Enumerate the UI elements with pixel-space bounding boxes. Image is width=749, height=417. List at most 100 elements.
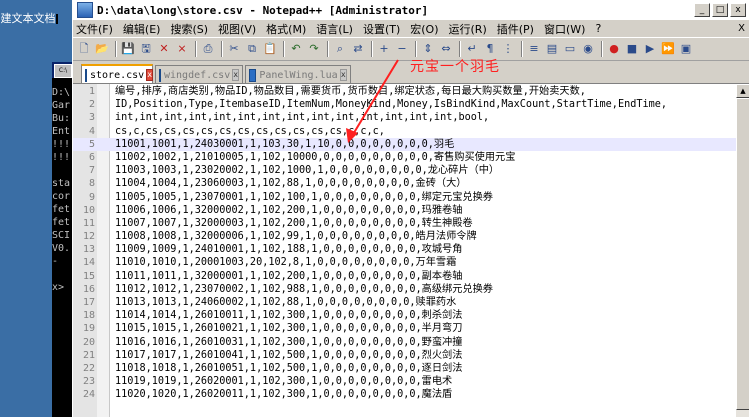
line-number: 22 [82, 362, 95, 374]
toolbar-separator [195, 41, 197, 57]
tab-wingdef-csv[interactable]: wingdef.csv x [155, 65, 243, 84]
sync-v-icon[interactable]: ⇕ [420, 41, 436, 57]
zoom-out-icon[interactable]: − [394, 41, 410, 57]
line-number: 11 [82, 217, 95, 229]
copy-icon[interactable]: ⧉ [244, 41, 260, 57]
line-number: 14 [82, 257, 95, 269]
menu-item[interactable]: 宏(O) [410, 21, 438, 37]
find-icon[interactable]: ⌕ [332, 41, 348, 57]
editor-line[interactable]: 11 11007,1007,1,32000003,1,102,200,1,0,0,… [73, 217, 736, 230]
doc-map-icon[interactable]: ▤ [544, 41, 560, 57]
line-number: 20 [82, 336, 95, 348]
editor-line[interactable]: 6 11002,1002,1,21010005,1,102,10000,0,0,0… [73, 151, 736, 164]
zoom-in-icon[interactable]: + [376, 41, 392, 57]
editor-line[interactable]: 5 11001,1001,1,24030001,1,103,30,1,10,0,0… [73, 137, 736, 151]
open-file-icon[interactable]: 📂 [94, 41, 110, 57]
run-macro-icon[interactable]: ⏩ [660, 41, 676, 57]
editor-line[interactable]: 21 11017,1017,1,26010041,1,102,500,1,0,0,… [73, 349, 736, 362]
maximize-button[interactable]: □ [712, 3, 728, 17]
menu-item[interactable]: 运行(R) [449, 21, 487, 37]
editor-line[interactable]: 3 int,int,int,int,int,int,int,int,int,int… [73, 111, 736, 124]
line-number: 16 [82, 283, 95, 295]
paste-icon[interactable]: 📋 [262, 41, 278, 57]
indent-guide-icon[interactable]: ⋮ [500, 41, 516, 57]
menu-item[interactable]: 插件(P) [497, 21, 534, 37]
print-icon[interactable]: ⎙ [200, 41, 216, 57]
editor-line[interactable]: 15 11011,1011,1,32000001,1,102,200,1,0,0,… [73, 270, 736, 283]
word-wrap-icon[interactable]: ↵ [464, 41, 480, 57]
editor-line[interactable]: 8 11004,1004,1,23060003,1,102,88,1,0,0,0,… [73, 177, 736, 190]
save-macro-icon[interactable]: ▣ [678, 41, 694, 57]
tab-store-csv[interactable]: store.csv x [81, 64, 154, 84]
toolbar-separator [221, 41, 223, 57]
editor-line[interactable]: 23 11019,1019,1,26020001,1,102,300,1,0,0,… [73, 375, 736, 388]
monitor-icon[interactable]: ◉ [580, 41, 596, 57]
file-icon [249, 68, 257, 82]
close-file-icon[interactable]: ✕ [156, 41, 172, 57]
menu-item[interactable]: 编辑(E) [123, 21, 161, 37]
cut-icon[interactable]: ✂ [226, 41, 242, 57]
editor-line[interactable]: 19 11015,1015,1,26010021,1,102,300,1,0,0,… [73, 322, 736, 335]
editor-line[interactable]: 10 11006,1006,1,32000002,1,102,200,1,0,0,… [73, 204, 736, 217]
editor-line[interactable]: 4 cs,c,cs,cs,cs,cs,cs,cs,cs,cs,cs,cs,cs,c… [73, 125, 736, 138]
lang-icon[interactable]: ≡ [526, 41, 542, 57]
editor-line[interactable]: 2 ID,Position,Type,ItembaseID,ItemNum,Mon… [73, 98, 736, 111]
close-all-icon[interactable]: ⨯ [174, 41, 190, 57]
menu-item[interactable]: 视图(V) [218, 21, 256, 37]
replace-icon[interactable]: ⇄ [350, 41, 366, 57]
editor-line[interactable]: 1 编号,排序,商店类别,物品ID,物品数目,需要货币,货币数目,绑定状态,每日最… [73, 85, 736, 98]
tab-label: PanelWing.lua [259, 69, 338, 81]
minimize-button[interactable]: _ [694, 3, 710, 17]
editor-line[interactable]: 7 11003,1003,1,23020002,1,102,1000,1,0,0,… [73, 164, 736, 177]
menu-item[interactable]: 设置(T) [363, 21, 400, 37]
line-text: 11005,1005,1,23070001,1,102,100,1,0,0,0,… [115, 191, 493, 203]
save-all-icon[interactable]: 🖫 [138, 41, 154, 57]
menu-item[interactable]: 窗口(W) [544, 21, 585, 37]
text-editor[interactable]: 1 编号,排序,商店类别,物品ID,物品数目,需要货币,货币数目,绑定状态,每日最… [73, 83, 736, 417]
tab-close-icon[interactable]: x [232, 69, 240, 81]
menu-item[interactable]: 语言(L) [316, 21, 353, 37]
folder-icon[interactable]: ▭ [562, 41, 578, 57]
tab-close-icon[interactable]: x [146, 69, 154, 81]
scroll-thumb[interactable] [736, 98, 749, 410]
line-number: 4 [88, 125, 95, 137]
editor-line[interactable]: 24 11020,1020,1,26020011,1,102,300,1,0,0,… [73, 388, 736, 401]
line-text: 11013,1013,1,24060002,1,102,88,1,0,0,0,0… [115, 297, 457, 308]
editor-line[interactable]: 12 11008,1008,1,32000006,1,102,99,1,0,0,0… [73, 230, 736, 243]
tab-close-icon[interactable]: x [339, 69, 347, 81]
editor-line[interactable]: 22 11018,1018,1,26010051,1,102,500,1,0,0,… [73, 362, 736, 375]
record-macro-icon[interactable]: ● [606, 41, 622, 57]
tab-label: wingdef.csv [164, 69, 231, 81]
desktop-icon-label[interactable]: 建文本文档 [0, 10, 56, 26]
editor-line[interactable]: 13 11009,1009,1,24010001,1,102,188,1,0,0,… [73, 243, 736, 256]
line-text: 11014,1014,1,26010011,1,102,300,1,0,0,0,… [115, 310, 463, 322]
scroll-up-arrow-icon[interactable]: ▲ [736, 84, 749, 98]
file-icon [85, 68, 87, 82]
console-icon: C:\ [54, 64, 72, 78]
stop-macro-icon[interactable]: ■ [624, 41, 640, 57]
menu-item[interactable]: ? [595, 22, 601, 35]
close-window-button[interactable]: x [730, 3, 746, 17]
redo-icon[interactable]: ↷ [306, 41, 322, 57]
undo-icon[interactable]: ↶ [288, 41, 304, 57]
play-macro-icon[interactable]: ▶ [642, 41, 658, 57]
editor-line[interactable]: 9 11005,1005,1,23070001,1,102,100,1,0,0,0… [73, 191, 736, 204]
close-document-button[interactable]: X [738, 23, 745, 34]
editor-line[interactable]: 17 11013,1013,1,24060002,1,102,88,1,0,0,0… [73, 296, 736, 309]
line-text: ID,Position,Type,ItembaseID,ItemNum,Mone… [115, 99, 668, 111]
tab-panelwing-lua[interactable]: PanelWing.lua x [245, 65, 351, 84]
editor-line[interactable]: 20 11016,1016,1,26010031,1,102,300,1,0,0,… [73, 336, 736, 349]
menu-item[interactable]: 格式(M) [266, 21, 306, 37]
save-icon[interactable]: 💾 [120, 41, 136, 57]
sync-h-icon[interactable]: ⇔ [438, 41, 454, 57]
editor-line[interactable]: 16 11012,1012,1,23070002,1,102,988,1,0,0,… [73, 283, 736, 296]
menu-item[interactable]: 搜索(S) [170, 21, 208, 37]
toolbar-separator [327, 41, 329, 57]
title-bar[interactable]: D:\data\long\store.csv - Notepad++ [Admi… [73, 0, 749, 20]
editor-line[interactable]: 14 11010,1010,1,20001003,20,102,8,1,0,0,0… [73, 256, 736, 269]
show-all-icon[interactable]: ¶ [482, 41, 498, 57]
editor-line[interactable]: 18 11014,1014,1,26010011,1,102,300,1,0,0,… [73, 309, 736, 322]
new-file-icon[interactable]: 🗋 [76, 41, 92, 57]
menu-item[interactable]: 文件(F) [76, 21, 113, 37]
vertical-scrollbar[interactable]: ▲ [736, 83, 749, 417]
